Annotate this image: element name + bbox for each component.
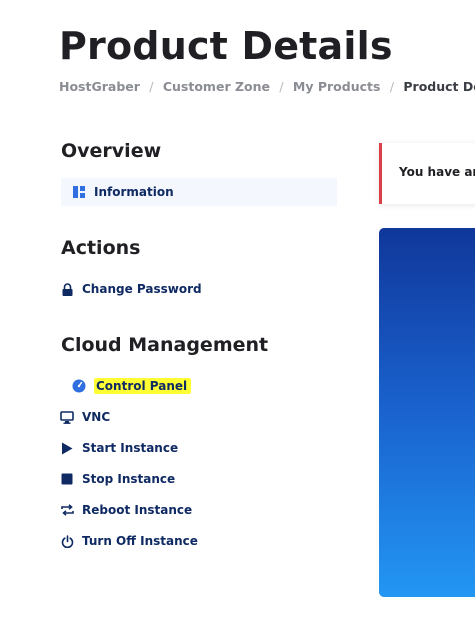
sidebar-item-start-instance[interactable]: Start Instance <box>59 434 178 462</box>
cloud-management-title: Cloud Management <box>61 334 269 356</box>
breadcrumb-item-hostgraber[interactable]: HostGraber <box>59 79 140 94</box>
breadcrumb-separator: / <box>149 79 154 94</box>
sidebar-item-label: Stop Instance <box>82 472 176 486</box>
sidebar-item-vnc[interactable]: VNC <box>59 403 110 431</box>
lock-icon <box>59 281 75 297</box>
play-icon <box>59 440 75 456</box>
sidebar-item-reboot-instance[interactable]: Reboot Instance <box>59 496 192 524</box>
sidebar-item-label: Turn Off Instance <box>82 534 198 548</box>
page: Product Details HostGraber / Customer Zo… <box>0 0 475 629</box>
overview-title: Overview <box>61 140 162 162</box>
sidebar-item-label: Start Instance <box>82 441 179 455</box>
power-icon <box>59 533 75 549</box>
speedometer-icon <box>71 378 87 394</box>
sidebar-item-control-panel[interactable]: Control Panel <box>71 372 192 400</box>
alert-box: You have an <box>379 143 475 204</box>
stop-icon <box>59 471 75 487</box>
breadcrumb-item-my-products[interactable]: My Products <box>293 79 381 94</box>
breadcrumb-current: Product Details <box>403 79 475 94</box>
alert-text: You have an <box>399 165 475 179</box>
sidebar-item-information[interactable]: Information <box>61 178 337 206</box>
sidebar-item-change-password[interactable]: Change Password <box>59 275 202 303</box>
sidebar-item-label: Information <box>94 185 174 199</box>
monitor-icon <box>59 409 75 425</box>
sidebar-item-label: Reboot Instance <box>82 503 193 517</box>
sidebar-item-turn-off-instance[interactable]: Turn Off Instance <box>59 527 198 555</box>
dashboard-icon <box>71 184 87 200</box>
breadcrumb-separator: / <box>279 79 284 94</box>
breadcrumb-item-customer-zone[interactable]: Customer Zone <box>163 79 270 94</box>
sidebar-item-label: Change Password <box>82 282 202 296</box>
sidebar-item-stop-instance[interactable]: Stop Instance <box>59 465 175 493</box>
product-hero-panel <box>379 228 475 597</box>
sidebar-item-label: VNC <box>82 410 111 424</box>
breadcrumb-separator: / <box>389 79 395 94</box>
sidebar-item-label: Control Panel <box>94 378 192 394</box>
actions-title: Actions <box>61 237 141 259</box>
breadcrumb: HostGraber / Customer Zone / My Products… <box>59 79 475 94</box>
page-title: Product Details <box>59 24 393 68</box>
reboot-icon <box>59 502 75 518</box>
